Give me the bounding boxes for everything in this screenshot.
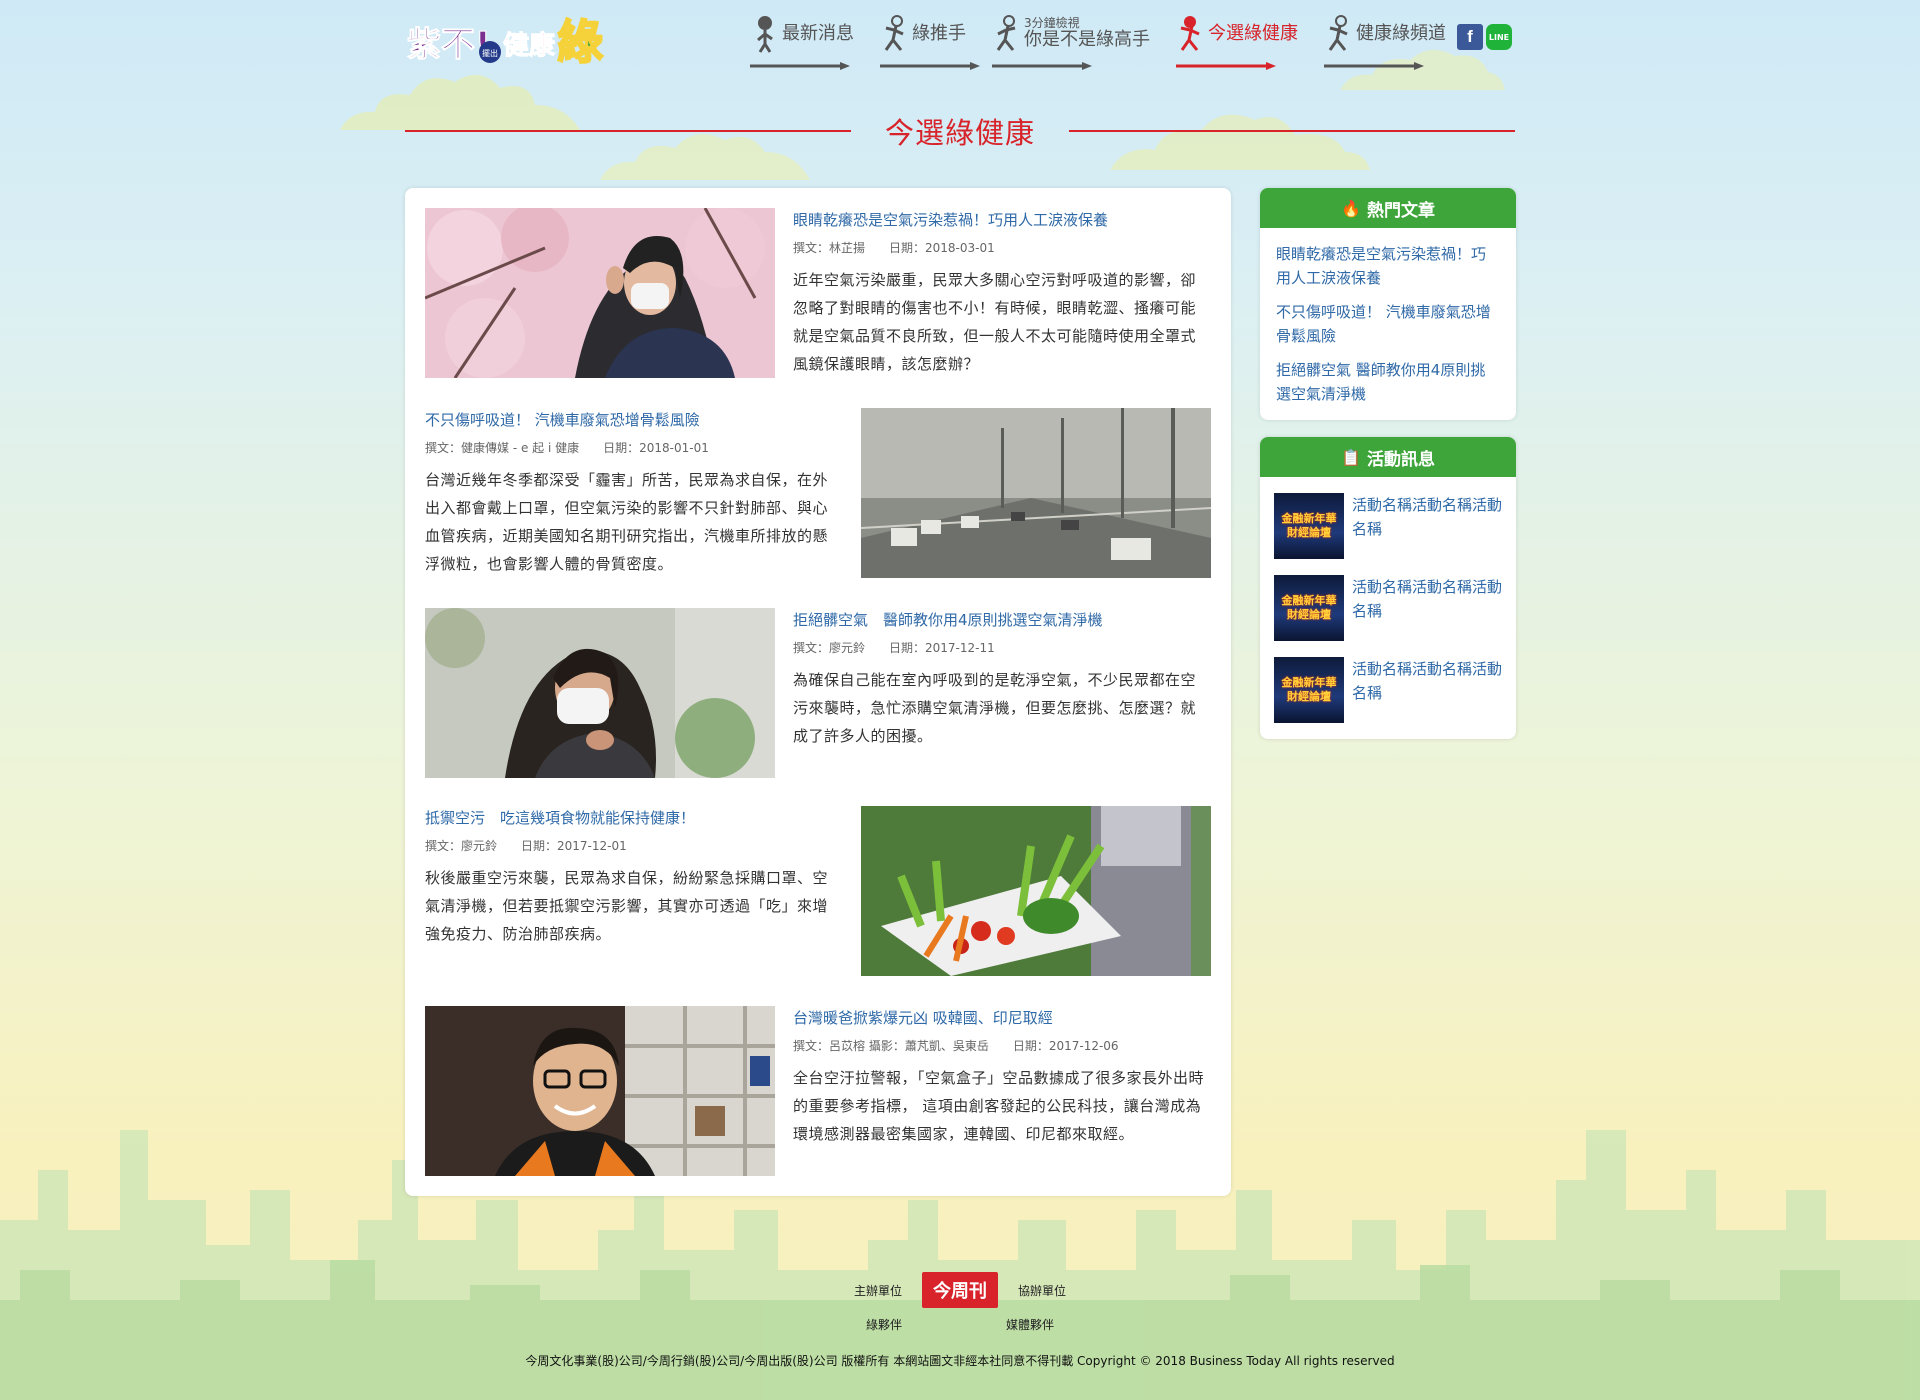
nav-label: 健康綠頻道 bbox=[1356, 23, 1446, 44]
event-title-link[interactable]: 活動名稱活動名稱活動名稱 bbox=[1352, 575, 1502, 641]
article-meta: 撰文：呂苡榕 攝影：蕭芃凱、吳東岳 日期：2017-12-06 bbox=[793, 1039, 1119, 1053]
site-logo[interactable]: 紫不! 擺出 健康 綠 bbox=[405, 12, 620, 70]
article-item: 抵禦空污 吃這幾項食物就能保持健康！ 撰文：廖元鈴 日期：2017-12-01 秋… bbox=[425, 806, 1211, 976]
media-partner-label: 媒體夥伴 bbox=[1006, 1318, 1055, 1332]
article-title-link[interactable]: 拒絕髒空氣 醫師教你用4原則挑選空氣清淨機 bbox=[793, 610, 1211, 630]
social-links: f LINE bbox=[1457, 24, 1512, 50]
svg-text:健康: 健康 bbox=[503, 30, 556, 61]
article-thumbnail[interactable] bbox=[425, 608, 775, 778]
article-item: 眼睛乾癢恐是空氣污染惹禍！巧用人工淚液保養 撰文：林芷揚 日期：2018-03-0… bbox=[425, 208, 1211, 378]
article-body: 台灣暖爸掀紫爆元凶 吸韓國、印尼取經 撰文：呂苡榕 攝影：蕭芃凱、吳東岳 日期：2… bbox=[793, 1006, 1211, 1148]
hot-article-link[interactable]: 不只傷呼吸道！ 汽機車廢氣恐增骨鬆風險 bbox=[1276, 300, 1500, 348]
event-item[interactable]: 金融新年華 財經論壇 活動名稱活動名稱活動名稱 bbox=[1274, 575, 1502, 641]
article-summary: 全台空汙拉警報，「空氣盒子」空品數據成了很多家長外出時的重要參考指標， 這項由創… bbox=[793, 1069, 1205, 1143]
event-item[interactable]: 金融新年華 財經論壇 活動名稱活動名稱活動名稱 bbox=[1274, 493, 1502, 559]
svg-text:擺出: 擺出 bbox=[482, 48, 498, 58]
article-summary: 近年空氣污染嚴重，民眾大多關心空污對呼吸道的影響，卻忽略了對眼睛的傷害也不小！有… bbox=[793, 271, 1197, 373]
event-thumbnail: 金融新年華 財經論壇 bbox=[1274, 575, 1344, 641]
article-title-link[interactable]: 抵禦空污 吃這幾項食物就能保持健康！ bbox=[425, 808, 843, 828]
running-figure-icon bbox=[1180, 16, 1200, 51]
article-summary: 秋後嚴重空污來襲，民眾為求自保，紛紛緊急採購口罩、空氣清淨機，但若要抵禦空污影響… bbox=[425, 869, 829, 943]
facebook-icon[interactable]: f bbox=[1457, 24, 1483, 50]
article-item: 不只傷呼吸道！ 汽機車廢氣恐增骨鬆風險 撰文：健康傳媒 - e 起 i 健康 日期… bbox=[425, 408, 1211, 578]
events-header: 📋 活動訊息 bbox=[1260, 437, 1516, 477]
event-title-link[interactable]: 活動名稱活動名稱活動名稱 bbox=[1352, 493, 1502, 559]
nav-label: 綠推手 bbox=[912, 23, 966, 44]
article-thumbnail[interactable] bbox=[861, 806, 1211, 976]
nav-arrow-underline bbox=[1176, 62, 1276, 70]
page-title: 今選綠健康 bbox=[884, 116, 1035, 150]
nav-label: 你是不是綠高手 bbox=[1024, 29, 1150, 50]
events-heading: 活動訊息 bbox=[1366, 449, 1435, 470]
nav-item-green-pusher[interactable]: 綠推手 bbox=[880, 14, 980, 70]
nav-arrow-underline bbox=[992, 62, 1092, 70]
host-label: 主辦單位 bbox=[853, 1283, 902, 1298]
event-thumbnail: 金融新年華 財經論壇 bbox=[1274, 493, 1344, 559]
svg-text:綠: 綠 bbox=[557, 15, 603, 69]
article-item: 台灣暖爸掀紫爆元凶 吸韓國、印尼取經 撰文：呂苡榕 攝影：蕭芃凱、吳東岳 日期：2… bbox=[425, 1006, 1211, 1176]
co-organizer-label: 協辦單位 bbox=[1018, 1283, 1067, 1298]
nav-item-choose-green-health[interactable]: 今選綠健康 bbox=[1176, 14, 1298, 70]
nav-sublabel: 3分鐘檢視 bbox=[1024, 16, 1080, 30]
article-body: 不只傷呼吸道！ 汽機車廢氣恐增骨鬆風險 撰文：健康傳媒 - e 起 i 健康 日期… bbox=[425, 408, 843, 578]
article-title-link[interactable]: 台灣暖爸掀紫爆元凶 吸韓國、印尼取經 bbox=[793, 1008, 1211, 1028]
running-figure-icon bbox=[996, 15, 1016, 51]
hot-articles-panel: 🔥 熱門文章 眼睛乾癢恐是空氣污染惹禍！巧用人工淚液保養 不只傷呼吸道！ 汽機車… bbox=[1260, 188, 1516, 420]
line-icon[interactable]: LINE bbox=[1486, 24, 1512, 50]
fire-icon: 🔥 bbox=[1341, 198, 1361, 218]
article-summary: 台灣近幾年冬季都深受「霾害」所苦，民眾為求自保，在外出入都會戴上口罩，但空氣污染… bbox=[425, 471, 829, 573]
hot-article-link[interactable]: 眼睛乾癢恐是空氣污染惹禍！巧用人工淚液保養 bbox=[1276, 242, 1500, 290]
hot-articles-header: 🔥 熱門文章 bbox=[1260, 188, 1516, 228]
article-thumbnail[interactable] bbox=[861, 408, 1211, 578]
running-figure-icon bbox=[1328, 15, 1348, 51]
article-meta: 撰文：林芷揚 日期：2018-03-01 bbox=[793, 241, 995, 255]
article-meta: 撰文：健康傳媒 - e 起 i 健康 日期：2018-01-01 bbox=[425, 441, 709, 455]
nav-label: 今選綠健康 bbox=[1208, 23, 1298, 44]
article-item: 拒絕髒空氣 醫師教你用4原則挑選空氣清淨機 撰文：廖元鈴 日期：2017-12-1… bbox=[425, 608, 1211, 778]
article-title-link[interactable]: 不只傷呼吸道！ 汽機車廢氣恐增骨鬆風險 bbox=[425, 410, 843, 430]
hot-articles-heading: 熱門文章 bbox=[1366, 200, 1435, 221]
nav-item-quiz[interactable]: 3分鐘檢視 你是不是綠高手 bbox=[992, 14, 1150, 70]
nav-arrow-underline bbox=[750, 62, 850, 70]
nav-arrow-underline bbox=[880, 62, 980, 70]
article-title-link[interactable]: 眼睛乾癢恐是空氣污染惹禍！巧用人工淚液保養 bbox=[793, 210, 1211, 230]
svg-text:紫不!: 紫不! bbox=[407, 25, 491, 65]
event-item[interactable]: 金融新年華 財經論壇 活動名稱活動名稱活動名稱 bbox=[1274, 657, 1502, 723]
clipboard-icon: 📋 bbox=[1341, 447, 1361, 467]
article-list: 眼睛乾癢恐是空氣污染惹禍！巧用人工淚液保養 撰文：林芷揚 日期：2018-03-0… bbox=[405, 188, 1231, 1196]
nav-arrow-underline bbox=[1324, 62, 1424, 70]
article-thumbnail[interactable] bbox=[425, 208, 775, 378]
event-thumbnail: 金融新年華 財經論壇 bbox=[1274, 657, 1344, 723]
footer-sponsors: 主辦單位 今周刊 協辦單位 綠夥伴 媒體夥伴 bbox=[405, 1272, 1515, 1333]
nav-label: 最新消息 bbox=[782, 23, 854, 44]
article-body: 眼睛乾癢恐是空氣污染惹禍！巧用人工淚液保養 撰文：林芷揚 日期：2018-03-0… bbox=[793, 208, 1211, 378]
article-thumbnail[interactable] bbox=[425, 1006, 775, 1176]
article-body: 拒絕髒空氣 醫師教你用4原則挑選空氣清淨機 撰文：廖元鈴 日期：2017-12-1… bbox=[793, 608, 1211, 750]
running-figure-icon bbox=[884, 15, 904, 51]
nav-item-latest-news[interactable]: 最新消息 bbox=[750, 14, 854, 70]
thinking-figure-icon bbox=[757, 16, 773, 53]
business-today-logo[interactable]: 今周刊 bbox=[922, 1272, 998, 1308]
nav-item-health-channel[interactable]: 健康綠頻道 bbox=[1324, 14, 1446, 70]
hot-article-link[interactable]: 拒絕髒空氣 醫師教你用4原則挑選空氣清淨機 bbox=[1276, 358, 1500, 406]
copyright-text: 今周文化事業(股)公司/今周行銷(股)公司/今周出版(股)公司 版權所有 本網站… bbox=[525, 1354, 1395, 1368]
article-meta: 撰文：廖元鈴 日期：2017-12-11 bbox=[793, 641, 995, 655]
event-title-link[interactable]: 活動名稱活動名稱活動名稱 bbox=[1352, 657, 1502, 723]
main-nav: 最新消息 綠推手 3分鐘檢視 你是不是綠高手 今選綠健康 健康綠頻道 bbox=[750, 14, 1472, 74]
article-meta: 撰文：廖元鈴 日期：2017-12-01 bbox=[425, 839, 627, 853]
green-partner-label: 綠夥伴 bbox=[865, 1318, 902, 1332]
events-panel: 📋 活動訊息 金融新年華 財經論壇 活動名稱活動名稱活動名稱 金融新年華 財經論壇 … bbox=[1260, 437, 1516, 739]
article-body: 抵禦空污 吃這幾項食物就能保持健康！ 撰文：廖元鈴 日期：2017-12-01 秋… bbox=[425, 806, 843, 948]
article-summary: 為確保自己能在室內呼吸到的是乾淨空氣，不少民眾都在空污來襲時，急忙添購空氣清淨機… bbox=[793, 671, 1197, 745]
